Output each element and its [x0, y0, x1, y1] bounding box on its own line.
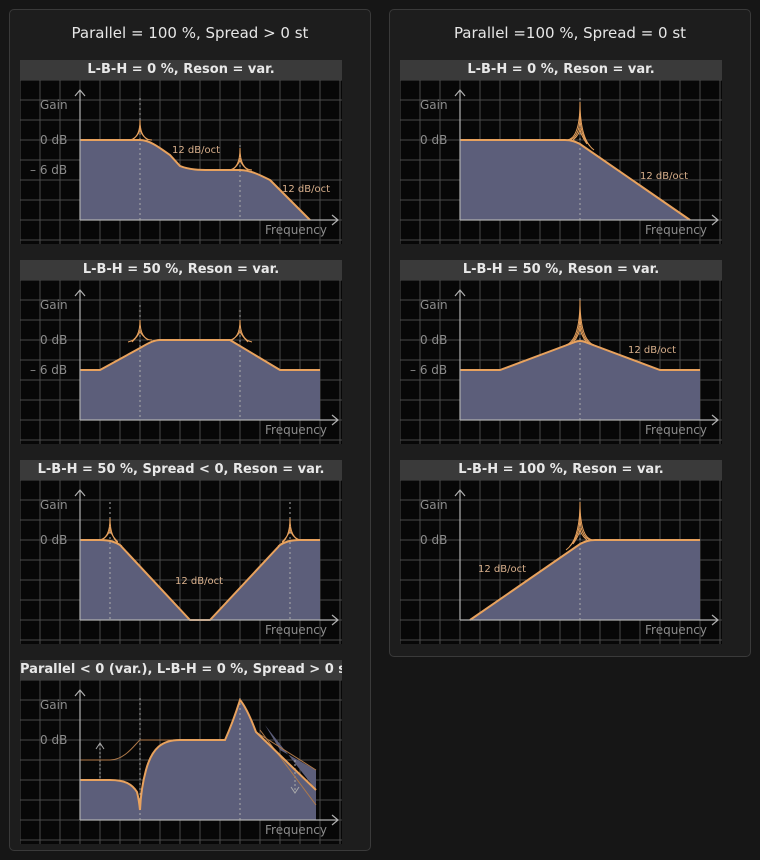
y-axis-label: Gain [420, 498, 448, 512]
response-plot: Gain 0 dB Frequency 12 dB/oct [20, 480, 342, 644]
db-tick-label: – 6 dB [30, 363, 67, 377]
x-axis-label: Frequency [645, 423, 707, 437]
y-axis-label: Gain [40, 698, 68, 712]
x-axis-label: Frequency [645, 223, 707, 237]
slope-label: 12 dB/oct [282, 184, 330, 195]
y-axis-label: Gain [40, 298, 68, 312]
db-tick-label: 0 dB [40, 133, 67, 147]
y-axis-label: Gain [40, 98, 68, 112]
filter-diagram-lbh-50-spread-negative: L-B-H = 50 %, Spread < 0, Reson = var. G… [20, 460, 342, 644]
filter-diagram-lbh-0-spread-0: L-B-H = 0 %, Reson = var. Gain 0 dB Freq… [400, 60, 722, 244]
response-plot: Gain 0 dB Frequency [20, 680, 342, 844]
db-tick-label: 0 dB [40, 733, 67, 747]
column-header: Parallel =100 %, Spread = 0 st [453, 24, 687, 42]
db-tick-label: – 6 dB [30, 163, 67, 177]
x-axis-label: Frequency [265, 423, 327, 437]
x-axis-label: Frequency [645, 623, 707, 637]
db-tick-label: 0 dB [40, 533, 67, 547]
panel-title: L-B-H = 50 %, Spread < 0, Reson = var. [20, 460, 342, 480]
panel-title: L-B-H = 50 %, Reson = var. [20, 260, 342, 280]
x-axis-label: Frequency [265, 623, 327, 637]
y-axis-label: Gain [420, 98, 448, 112]
db-tick-label: 0 dB [420, 133, 447, 147]
slope-label: 12 dB/oct [172, 145, 220, 156]
y-axis-label: Gain [420, 298, 448, 312]
panel-title: L-B-H = 100 %, Reson = var. [400, 460, 722, 480]
response-plot: Gain 0 dB – 6 dB Frequency 12 dB/oct [400, 280, 722, 444]
filter-diagram-lbh-100-spread-0: L-B-H = 100 %, Reson = var. Gain 0 dB Fr… [400, 460, 722, 644]
x-axis-label: Frequency [265, 223, 327, 237]
slope-label: 12 dB/oct [478, 564, 526, 575]
panel-title: L-B-H = 50 %, Reson = var. [400, 260, 722, 280]
response-plot: Gain 0 dB Frequency 12 dB/oct [400, 80, 722, 244]
slope-label: 12 dB/oct [628, 345, 676, 356]
response-plot: Gain 0 dB – 6 dB Frequency [20, 280, 342, 444]
db-tick-label: – 6 dB [410, 363, 447, 377]
panel-title: L-B-H = 0 %, Reson = var. [400, 60, 722, 80]
filter-diagram-lbh-50: L-B-H = 50 %, Reson = var. Gain 0 dB – 6… [20, 260, 342, 444]
db-tick-label: 0 dB [420, 533, 447, 547]
panel-title: Parallel < 0 (var.), L-B-H = 0 %, Spread… [20, 660, 342, 680]
x-axis-label: Frequency [265, 823, 327, 837]
slope-label: 12 dB/oct [175, 576, 223, 587]
response-plot: Gain 0 dB Frequency 12 dB/oct [400, 480, 722, 644]
filter-diagram-parallel-negative: Parallel < 0 (var.), L-B-H = 0 %, Spread… [20, 660, 342, 844]
filter-diagram-lbh-0: L-B-H = 0 %, Reson = var. Gain 0 dB – 6 … [20, 60, 342, 244]
response-plot: Gain 0 dB – 6 dB Frequency 12 dB/oct 12 … [20, 80, 342, 244]
db-tick-label: 0 dB [40, 333, 67, 347]
y-axis-label: Gain [40, 498, 68, 512]
db-tick-label: 0 dB [420, 333, 447, 347]
slope-label: 12 dB/oct [640, 171, 688, 182]
filter-diagram-lbh-50-spread-0: L-B-H = 50 %, Reson = var. Gain 0 dB – 6… [400, 260, 722, 444]
panel-title: L-B-H = 0 %, Reson = var. [20, 60, 342, 80]
column-header: Parallel = 100 %, Spread > 0 st [71, 24, 309, 42]
